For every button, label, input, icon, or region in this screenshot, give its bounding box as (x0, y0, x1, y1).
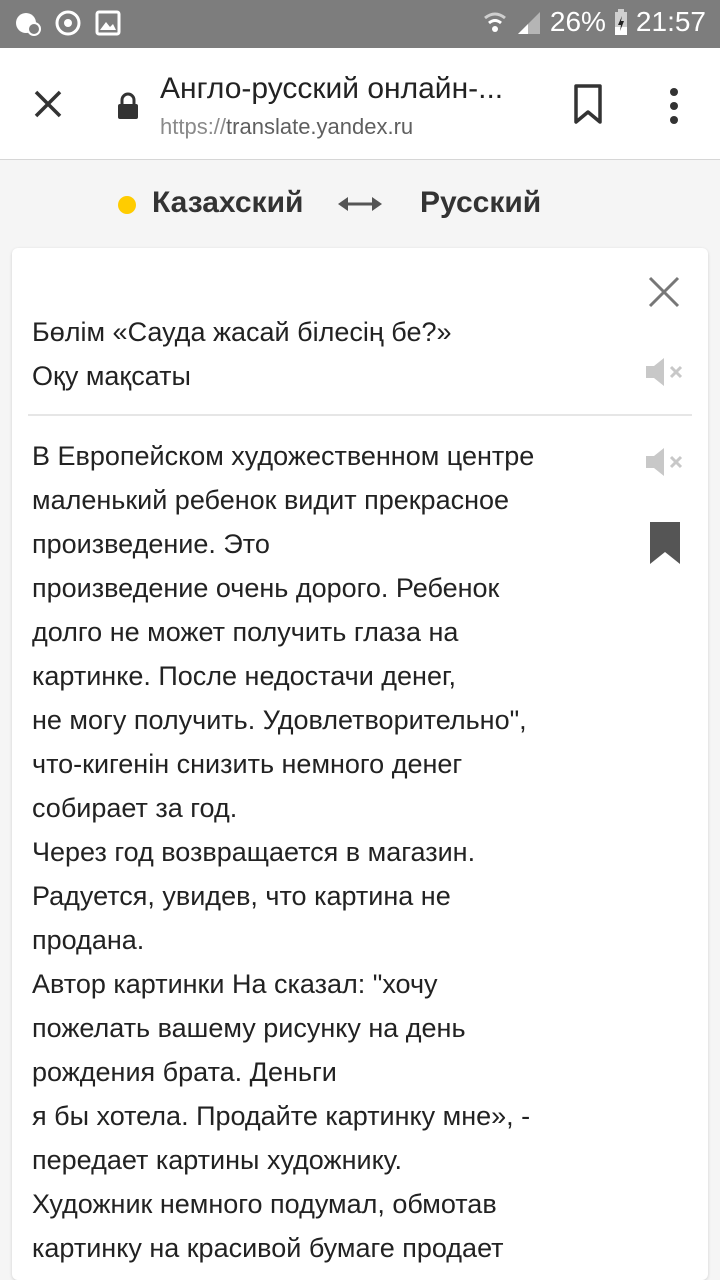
divider (28, 414, 692, 416)
wifi-icon (483, 12, 506, 32)
notification-icon (16, 13, 41, 36)
clear-input-icon[interactable] (646, 274, 682, 310)
more-vert-icon[interactable] (660, 84, 688, 128)
bookmark-icon[interactable] (648, 522, 682, 564)
status-bar-notifications (14, 9, 122, 37)
target-language-button[interactable]: Русский (420, 186, 541, 220)
close-icon[interactable] (28, 84, 68, 124)
language-switcher: Казахский Русский (0, 160, 720, 248)
clock: 21:57 (635, 6, 706, 37)
url-host: translate.yandex.ru (226, 114, 414, 139)
translation-output: В Европейском художественном центре мале… (32, 441, 535, 1263)
speaker-muted-icon[interactable] (644, 446, 686, 478)
status-bar-system: 26% 21:57 (482, 6, 706, 38)
battery-percent: 26% (549, 6, 606, 37)
url-bar[interactable]: https://translate.yandex.ru (160, 114, 413, 140)
signal-icon (517, 12, 540, 34)
source-text-input[interactable]: Бөлім «Сауда жасай білесің бе?» Оқу мақс… (32, 310, 632, 398)
page-title[interactable]: Англо-русский онлайн-... (160, 72, 540, 106)
url-scheme: https:// (160, 114, 227, 139)
battery-charging-icon (614, 9, 627, 35)
swap-arrows-icon[interactable] (338, 192, 382, 216)
gallery-icon (95, 10, 121, 36)
translation-card: Бөлім «Сауда жасай білесің бе?» Оқу мақс… (12, 248, 708, 1280)
sync-icon (55, 10, 81, 36)
bookmark-icon[interactable] (570, 82, 606, 126)
source-language-indicator (118, 196, 136, 214)
speaker-muted-icon[interactable] (644, 356, 686, 388)
browser-toolbar: Англо-русский онлайн-... https://transla… (0, 48, 720, 160)
lock-icon (118, 92, 138, 119)
source-language-button[interactable]: Казахский (152, 186, 303, 220)
status-bar: 26% 21:57 (0, 0, 720, 48)
